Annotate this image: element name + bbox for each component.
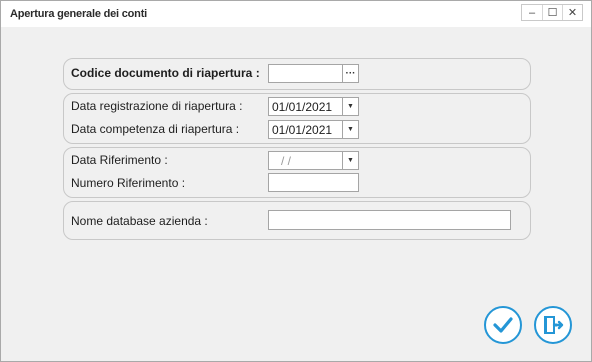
chevron-down-icon[interactable]: ▼: [342, 152, 358, 169]
close-button[interactable]: ✕: [562, 5, 582, 20]
exit-door-icon: [544, 316, 564, 334]
title-bar: Apertura generale dei conti ‒ ☐ ✕: [1, 1, 591, 27]
chevron-down-icon[interactable]: ▼: [342, 121, 358, 138]
maximize-button[interactable]: ☐: [542, 5, 562, 20]
numero-riferimento-input[interactable]: [268, 173, 359, 192]
data-riferimento-label: Data Riferimento :: [71, 153, 168, 167]
codice-documento-field[interactable]: ···: [268, 64, 359, 83]
browse-button[interactable]: ···: [342, 65, 358, 82]
chevron-down-icon[interactable]: ▼: [342, 98, 358, 115]
data-riferimento-picker[interactable]: / / ▼: [268, 151, 359, 170]
data-registrazione-label: Data registrazione di riapertura :: [71, 99, 243, 113]
exit-button[interactable]: [534, 306, 572, 344]
nome-database-input[interactable]: [268, 210, 511, 230]
dialog-window: Apertura generale dei conti ‒ ☐ ✕ Codice…: [0, 0, 592, 362]
window-title: Apertura generale dei conti: [10, 8, 148, 20]
window-controls: ‒ ☐ ✕: [521, 4, 583, 21]
data-registrazione-picker[interactable]: 01/01/2021 ▼: [268, 97, 359, 116]
minimize-button[interactable]: ‒: [522, 5, 542, 20]
codice-documento-label: Codice documento di riapertura :: [71, 66, 260, 80]
data-competenza-picker[interactable]: 01/01/2021 ▼: [268, 120, 359, 139]
numero-riferimento-label: Numero Riferimento :: [71, 176, 186, 190]
confirm-button[interactable]: [484, 306, 522, 344]
checkmark-icon: [493, 317, 513, 333]
nome-database-label: Nome database azienda :: [71, 214, 208, 228]
data-competenza-label: Data competenza di riapertura :: [71, 122, 240, 136]
